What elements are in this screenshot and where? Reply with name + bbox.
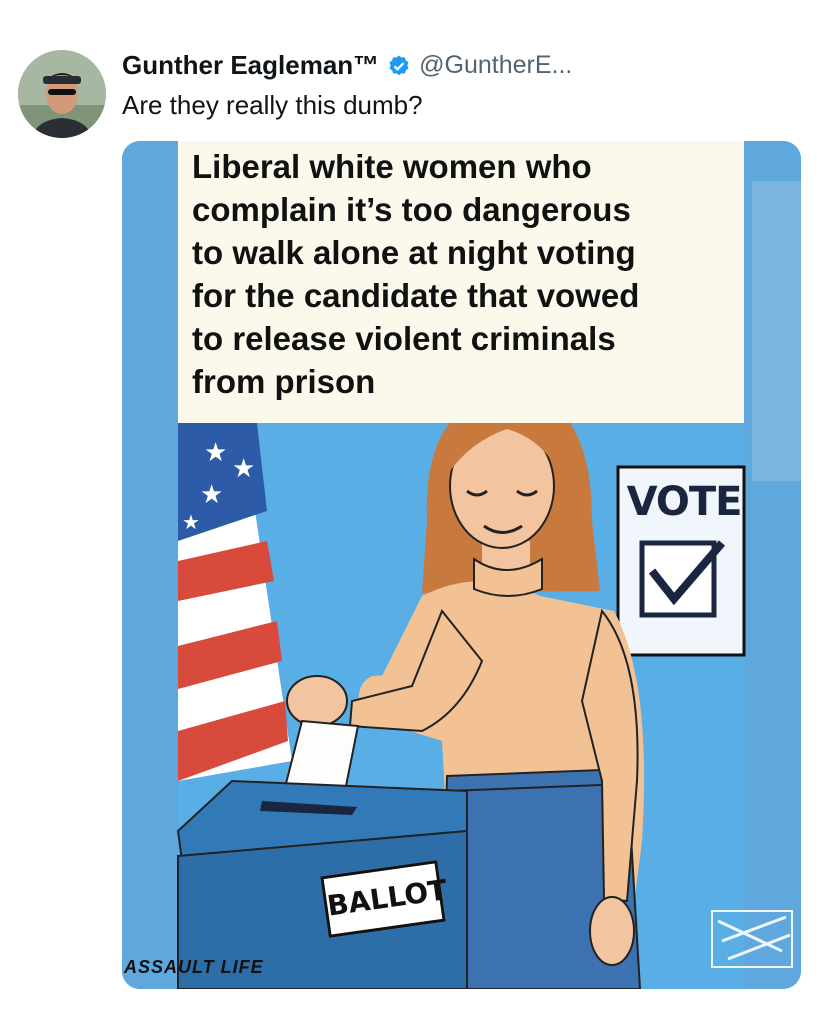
verified-badge-icon — [389, 55, 409, 75]
svg-text:★: ★ — [204, 438, 227, 468]
watermark-text: ASSAULT LIFE — [124, 957, 264, 977]
avatar-image — [18, 50, 106, 138]
vote-sign-label: VOTE — [626, 479, 743, 525]
svg-text:★: ★ — [200, 480, 223, 510]
avatar[interactable] — [18, 50, 106, 138]
tweet-text: Are they really this dumb? — [122, 90, 423, 120]
svg-text:★: ★ — [232, 454, 255, 484]
tweet-media-image[interactable]: ★ ★ ★ ★ Liberal white women who complain… — [122, 141, 801, 989]
author-name[interactable]: Gunther Eagleman™ — [122, 50, 379, 81]
meme-caption: Liberal white women who complain it’s to… — [192, 148, 640, 400]
author-handle[interactable]: @GuntherE... — [419, 51, 572, 80]
tweet-header: Gunther Eagleman™ @GuntherE... — [122, 50, 572, 81]
svg-text:★: ★ — [182, 510, 200, 534]
